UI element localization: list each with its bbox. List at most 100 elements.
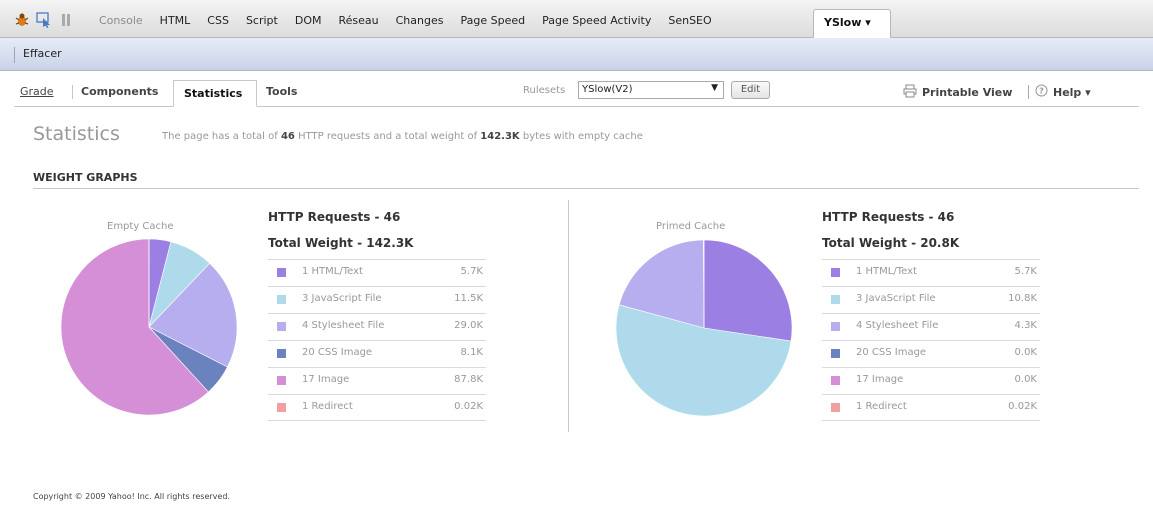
firebug-tab-bar: Console HTML CSS Script DOM Réseau Chang… — [0, 0, 1153, 38]
legend-label: 20 CSS Image — [856, 347, 927, 358]
tab-statistics[interactable]: Statistics — [173, 80, 257, 107]
printable-view-link[interactable]: Printable View — [903, 84, 1012, 101]
legend-value: 0.02K — [1008, 401, 1037, 412]
legend-swatch — [831, 295, 840, 304]
legend-value: 0.02K — [454, 401, 483, 412]
empty-cache-title: Empty Cache — [107, 221, 174, 232]
legend-swatch — [277, 295, 286, 304]
legend-swatch — [277, 322, 286, 331]
primed-cache-legend-rows: 1 HTML/Text 5.7K 3 JavaScript File 10.8K 4 S… — [822, 259, 1040, 421]
summary-requests: 46 — [280, 131, 295, 142]
legend-label: 1 HTML/Text — [856, 266, 917, 277]
legend-label: 17 Image — [302, 374, 350, 385]
firebug-tabs: Console HTML CSS Script DOM Réseau Chang… — [99, 14, 712, 27]
legend-row-image: 17 Image 0.0K — [822, 367, 1040, 394]
help-menu[interactable]: ? Help ▾ — [1035, 84, 1091, 100]
legend-label: 4 Stylesheet File — [302, 320, 385, 331]
primed-cache-pie — [614, 238, 794, 422]
legend-row-stylesheet-file: 4 Stylesheet File 29.0K — [268, 313, 486, 340]
legend-label: 17 Image — [856, 374, 904, 385]
legend-row-html-text: 1 HTML/Text 5.7K — [268, 259, 486, 286]
summary-post: bytes with empty cache — [519, 131, 643, 142]
legend-row-css-image: 20 CSS Image 8.1K — [268, 340, 486, 367]
legend-value: 29.0K — [454, 320, 483, 331]
tab-divider — [72, 85, 73, 99]
yslow-nav: Grade Components Statistics Tools Rulese… — [0, 76, 1153, 108]
tab-console[interactable]: Console — [99, 14, 143, 27]
legend-value: 5.7K — [1014, 266, 1037, 277]
legend-swatch — [831, 403, 840, 412]
edit-button[interactable]: Edit — [731, 81, 770, 99]
legend-value: 87.8K — [454, 374, 483, 385]
legend-value: 11.5K — [454, 293, 483, 304]
help-separator — [1028, 85, 1029, 99]
legend-value: 0.0K — [1014, 374, 1037, 385]
stats-summary: The page has a total of 46 HTTP requests… — [162, 131, 643, 142]
summary-weight: 142.3K — [480, 131, 520, 142]
legend-value: 5.7K — [460, 266, 483, 277]
legend-swatch — [831, 268, 840, 277]
tab-changes[interactable]: Changes — [396, 14, 444, 27]
legend-label: 3 JavaScript File — [856, 293, 936, 304]
firebug-bug-icon[interactable] — [14, 12, 30, 28]
legend-value: 0.0K — [1014, 347, 1037, 358]
summary-pre: The page has a total of — [162, 131, 281, 142]
primed-cache-pie-svg — [615, 239, 793, 417]
tab-page-speed-activity[interactable]: Page Speed Activity — [542, 14, 651, 27]
legend-row-javascript-file: 3 JavaScript File 11.5K — [268, 286, 486, 313]
empty-cache-weight: Total Weight - 142.3K — [268, 236, 414, 250]
rulesets-value: YSlow(V2) — [582, 84, 633, 95]
legend-swatch — [277, 349, 286, 358]
legend-swatch — [277, 403, 286, 412]
summary-mid: HTTP requests and a total weight of — [294, 131, 481, 142]
tab-dom[interactable]: DOM — [295, 14, 322, 27]
tab-css[interactable]: CSS — [207, 14, 229, 27]
tab-network[interactable]: Réseau — [338, 14, 378, 27]
tab-yslow[interactable]: YSlow ▾ — [813, 9, 891, 38]
toolbar-separator — [14, 47, 15, 63]
legend-row-stylesheet-file: 4 Stylesheet File 4.3K — [822, 313, 1040, 340]
legend-label: 1 HTML/Text — [302, 266, 363, 277]
primed-cache-weight: Total Weight - 20.8K — [822, 236, 960, 250]
tab-grade[interactable]: Grade — [20, 85, 54, 98]
pie-slice-html-text — [703, 239, 793, 342]
legend-label: 1 Redirect — [856, 401, 907, 412]
inspect-icon[interactable] — [36, 12, 52, 28]
legend-label: 3 JavaScript File — [302, 293, 382, 304]
legend-row-html-text: 1 HTML/Text 5.7K — [822, 259, 1040, 286]
tab-script[interactable]: Script — [246, 14, 278, 27]
tab-page-speed[interactable]: Page Speed — [460, 14, 525, 27]
help-label: Help ▾ — [1053, 85, 1091, 99]
legend-label: 1 Redirect — [302, 401, 353, 412]
legend-swatch — [277, 376, 286, 385]
page-title: Statistics — [33, 123, 120, 145]
pause-icon[interactable] — [58, 12, 74, 28]
weight-graphs-heading: WEIGHT GRAPHS — [33, 171, 138, 184]
empty-cache-pie — [59, 237, 239, 421]
legend-row-redirect: 1 Redirect 0.02K — [822, 394, 1040, 421]
chevron-down-icon: ▼ — [711, 83, 718, 93]
legend-row-redirect: 1 Redirect 0.02K — [268, 394, 486, 421]
tab-tools[interactable]: Tools — [266, 85, 297, 98]
rulesets-label: Rulesets — [523, 85, 566, 96]
legend-value: 8.1K — [460, 347, 483, 358]
legend-row-image: 17 Image 87.8K — [268, 367, 486, 394]
heading-rule — [33, 188, 1139, 189]
empty-cache-requests: HTTP Requests - 46 — [268, 210, 401, 224]
tab-html[interactable]: HTML — [160, 14, 191, 27]
legend-label: 4 Stylesheet File — [856, 320, 939, 331]
tab-senseo[interactable]: SenSEO — [668, 14, 711, 27]
help-icon: ? — [1035, 84, 1048, 100]
tab-components[interactable]: Components — [81, 85, 158, 98]
printer-icon — [903, 84, 917, 101]
firebug-toolbar-icons — [14, 11, 74, 29]
clear-button[interactable]: Effacer — [23, 47, 62, 60]
empty-cache-pie-svg — [60, 238, 238, 416]
legend-value: 4.3K — [1014, 320, 1037, 331]
charts-divider — [568, 200, 569, 432]
primed-cache-requests: HTTP Requests - 46 — [822, 210, 955, 224]
printable-view-label: Printable View — [922, 86, 1013, 99]
legend-label: 20 CSS Image — [302, 347, 373, 358]
rulesets-select[interactable]: YSlow(V2) ▼ — [578, 81, 724, 99]
panel-toolbar: Effacer — [0, 38, 1153, 71]
